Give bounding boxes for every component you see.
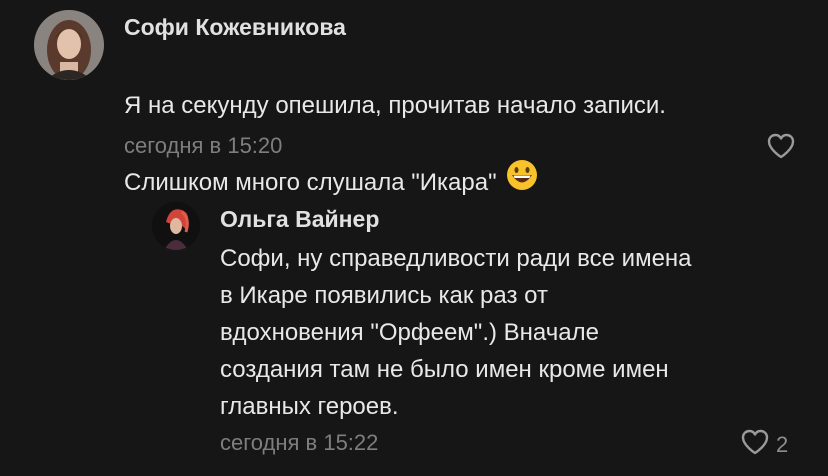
comment-author[interactable]: Софи Кожевникова [124, 14, 346, 41]
avatar-sofi-image [34, 10, 104, 80]
comment-sofi: Софи Кожевникова Я на секунду опешила, п… [0, 0, 828, 196]
comment-text: Софи, ну справедливости ради все имена в… [220, 245, 692, 420]
like-button[interactable] [766, 132, 796, 165]
comment-text-line: Я на секунду опешила, прочитав начало за… [124, 92, 666, 119]
comment-author[interactable]: Ольга Вайнер [220, 206, 379, 233]
avatar-olga-image [152, 202, 200, 250]
like-button[interactable]: 2 [740, 428, 788, 461]
comment-timestamp[interactable]: сегодня в 15:22 [220, 430, 378, 456]
avatar-sofi[interactable] [34, 10, 104, 80]
heart-outline-icon [766, 132, 796, 165]
avatar-olga[interactable] [152, 202, 200, 250]
comment-olga: Ольга Вайнер Софи, ну справедливости рад… [0, 190, 828, 476]
heart-outline-icon [740, 428, 770, 461]
comment-timestamp[interactable]: сегодня в 15:20 [124, 133, 282, 159]
like-count: 2 [776, 431, 789, 457]
